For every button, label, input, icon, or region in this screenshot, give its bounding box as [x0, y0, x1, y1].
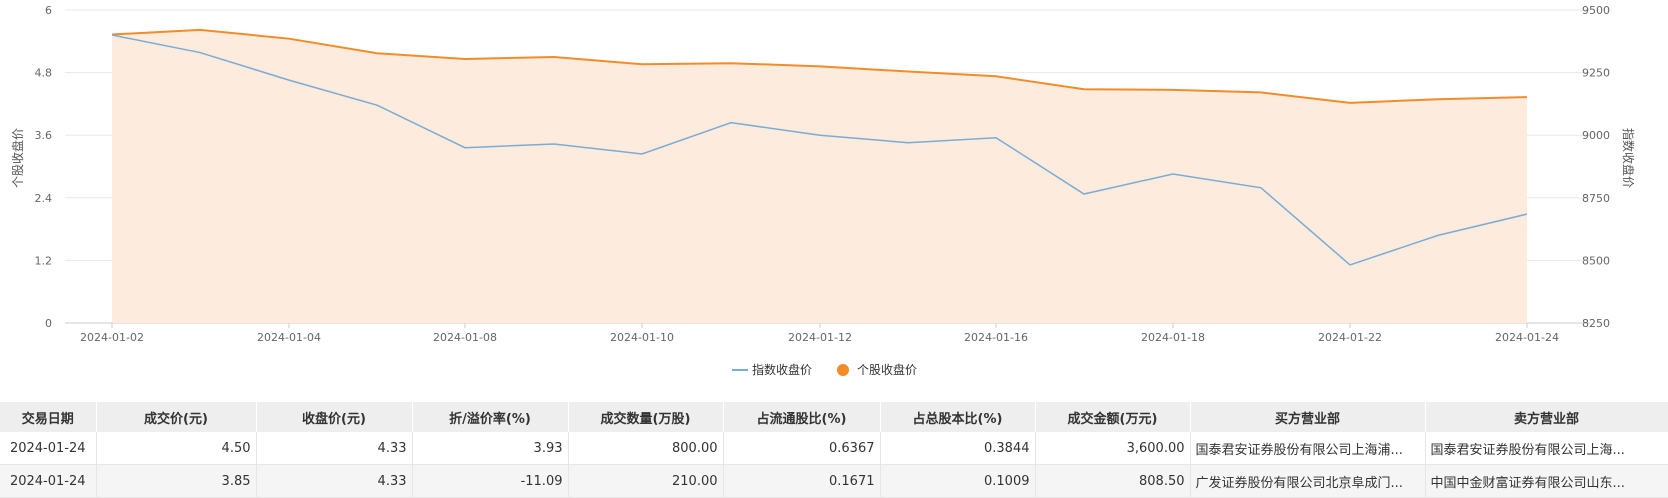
table-row: 2024-01-24 4.50 4.33 3.93 800.00 0.6367 0.3844… [0, 432, 1668, 465]
x-tick-label: 2024-01-12 [788, 331, 852, 344]
column-header: 成交金额(万元) [1035, 402, 1191, 432]
y-left-tick-label: 6 [45, 4, 52, 17]
line-chart: 0 8250 1.2 8500 2.4 8750 3.6 9000 4.8 9250 6 9500 20… [10, 4, 1636, 377]
x-tick-label: 2024-01-04 [257, 331, 321, 344]
table-header-row: 交易日期 成交价(元) 收盘价(元) 折/溢价率(%) 成交数量(万股) 占流通股比(%)… [0, 402, 1668, 432]
stock-area-fill [112, 29, 1527, 323]
table-row: 2024-01-24 3.85 4.33 -11.09 210.00 0.1671 0.10… [0, 464, 1668, 498]
table-cell: 800.00 [568, 432, 724, 465]
table-cell: 808.50 [1035, 464, 1191, 498]
column-header: 收盘价(元) [256, 402, 413, 432]
table-cell: 国泰君安证券股份有限公司上海... [1425, 432, 1668, 465]
y-right-tick-label: 9000 [1582, 129, 1610, 142]
legend: 指数收盘价 个股收盘价 [732, 362, 917, 377]
column-header: 占流通股比(%) [723, 402, 881, 432]
chart-area: 0 8250 1.2 8500 2.4 8750 3.6 9000 4.8 9250 6 9500 20… [0, 0, 1668, 395]
area-layer [112, 29, 1527, 323]
table-cell: 210.00 [568, 464, 724, 498]
table-cell: 4.33 [256, 464, 413, 498]
column-header: 占总股本比(%) [880, 402, 1036, 432]
table-cell: 国泰君安证券股份有限公司上海浦... [1190, 432, 1426, 465]
table-cell: 0.6367 [723, 432, 881, 465]
legend-dot-swatch [837, 364, 849, 376]
table-cell: 3,600.00 [1035, 432, 1191, 465]
y-right-tick-label: 8250 [1582, 317, 1610, 330]
y-left-axis-label: 个股收盘价 [10, 128, 25, 188]
table-cell: 0.1671 [723, 464, 881, 498]
y-right-tick-label: 9500 [1582, 4, 1610, 17]
table-cell: 4.33 [256, 432, 413, 465]
y-right-axis-label: 指数收盘价 [1621, 128, 1636, 188]
column-header: 交易日期 [0, 402, 97, 432]
table-cell: 2024-01-24 [0, 432, 97, 465]
legend-label-index: 指数收盘价 [752, 362, 812, 377]
x-tick-label: 2024-01-08 [433, 331, 497, 344]
x-tick-label: 2024-01-02 [80, 331, 144, 344]
y-left-tick-label: 4.8 [35, 67, 53, 80]
y-left-tick-label: 3.6 [35, 129, 53, 142]
table-cell: -11.09 [412, 464, 569, 498]
column-header: 买方营业部 [1190, 402, 1426, 432]
x-tick-label: 2024-01-24 [1495, 331, 1559, 344]
y-left-tick-label: 2.4 [35, 192, 53, 205]
table-cell: 0.3844 [880, 432, 1036, 465]
y-right-tick-label: 9250 [1582, 67, 1610, 80]
column-header: 成交价(元) [96, 402, 257, 432]
block-trade-table: 交易日期 成交价(元) 收盘价(元) 折/溢价率(%) 成交数量(万股) 占流通股比(%)… [0, 402, 1668, 498]
table-cell: 3.85 [96, 464, 257, 498]
y-right-tick-label: 8500 [1582, 254, 1610, 267]
table-cell: 4.50 [96, 432, 257, 465]
y-left-tick-label: 1.2 [35, 254, 53, 267]
legend-label-stock: 个股收盘价 [857, 362, 917, 377]
column-header: 卖方营业部 [1425, 402, 1668, 432]
y-left-tick-label: 0 [45, 317, 52, 330]
x-tick-label: 2024-01-16 [964, 331, 1028, 344]
y-right-tick-label: 8750 [1582, 192, 1610, 205]
x-tick-label: 2024-01-18 [1141, 331, 1205, 344]
table-cell: 广发证券股份有限公司北京阜成门... [1190, 464, 1426, 498]
table-cell: 2024-01-24 [0, 464, 97, 498]
column-header: 成交数量(万股) [568, 402, 724, 432]
x-tick-label: 2024-01-10 [610, 331, 674, 344]
column-header: 折/溢价率(%) [412, 402, 569, 432]
table-cell: 中国中金财富证券有限公司山东... [1425, 464, 1668, 498]
table-cell: 3.93 [412, 432, 569, 465]
x-tick-label: 2024-01-22 [1318, 331, 1382, 344]
table-cell: 0.1009 [880, 464, 1036, 498]
